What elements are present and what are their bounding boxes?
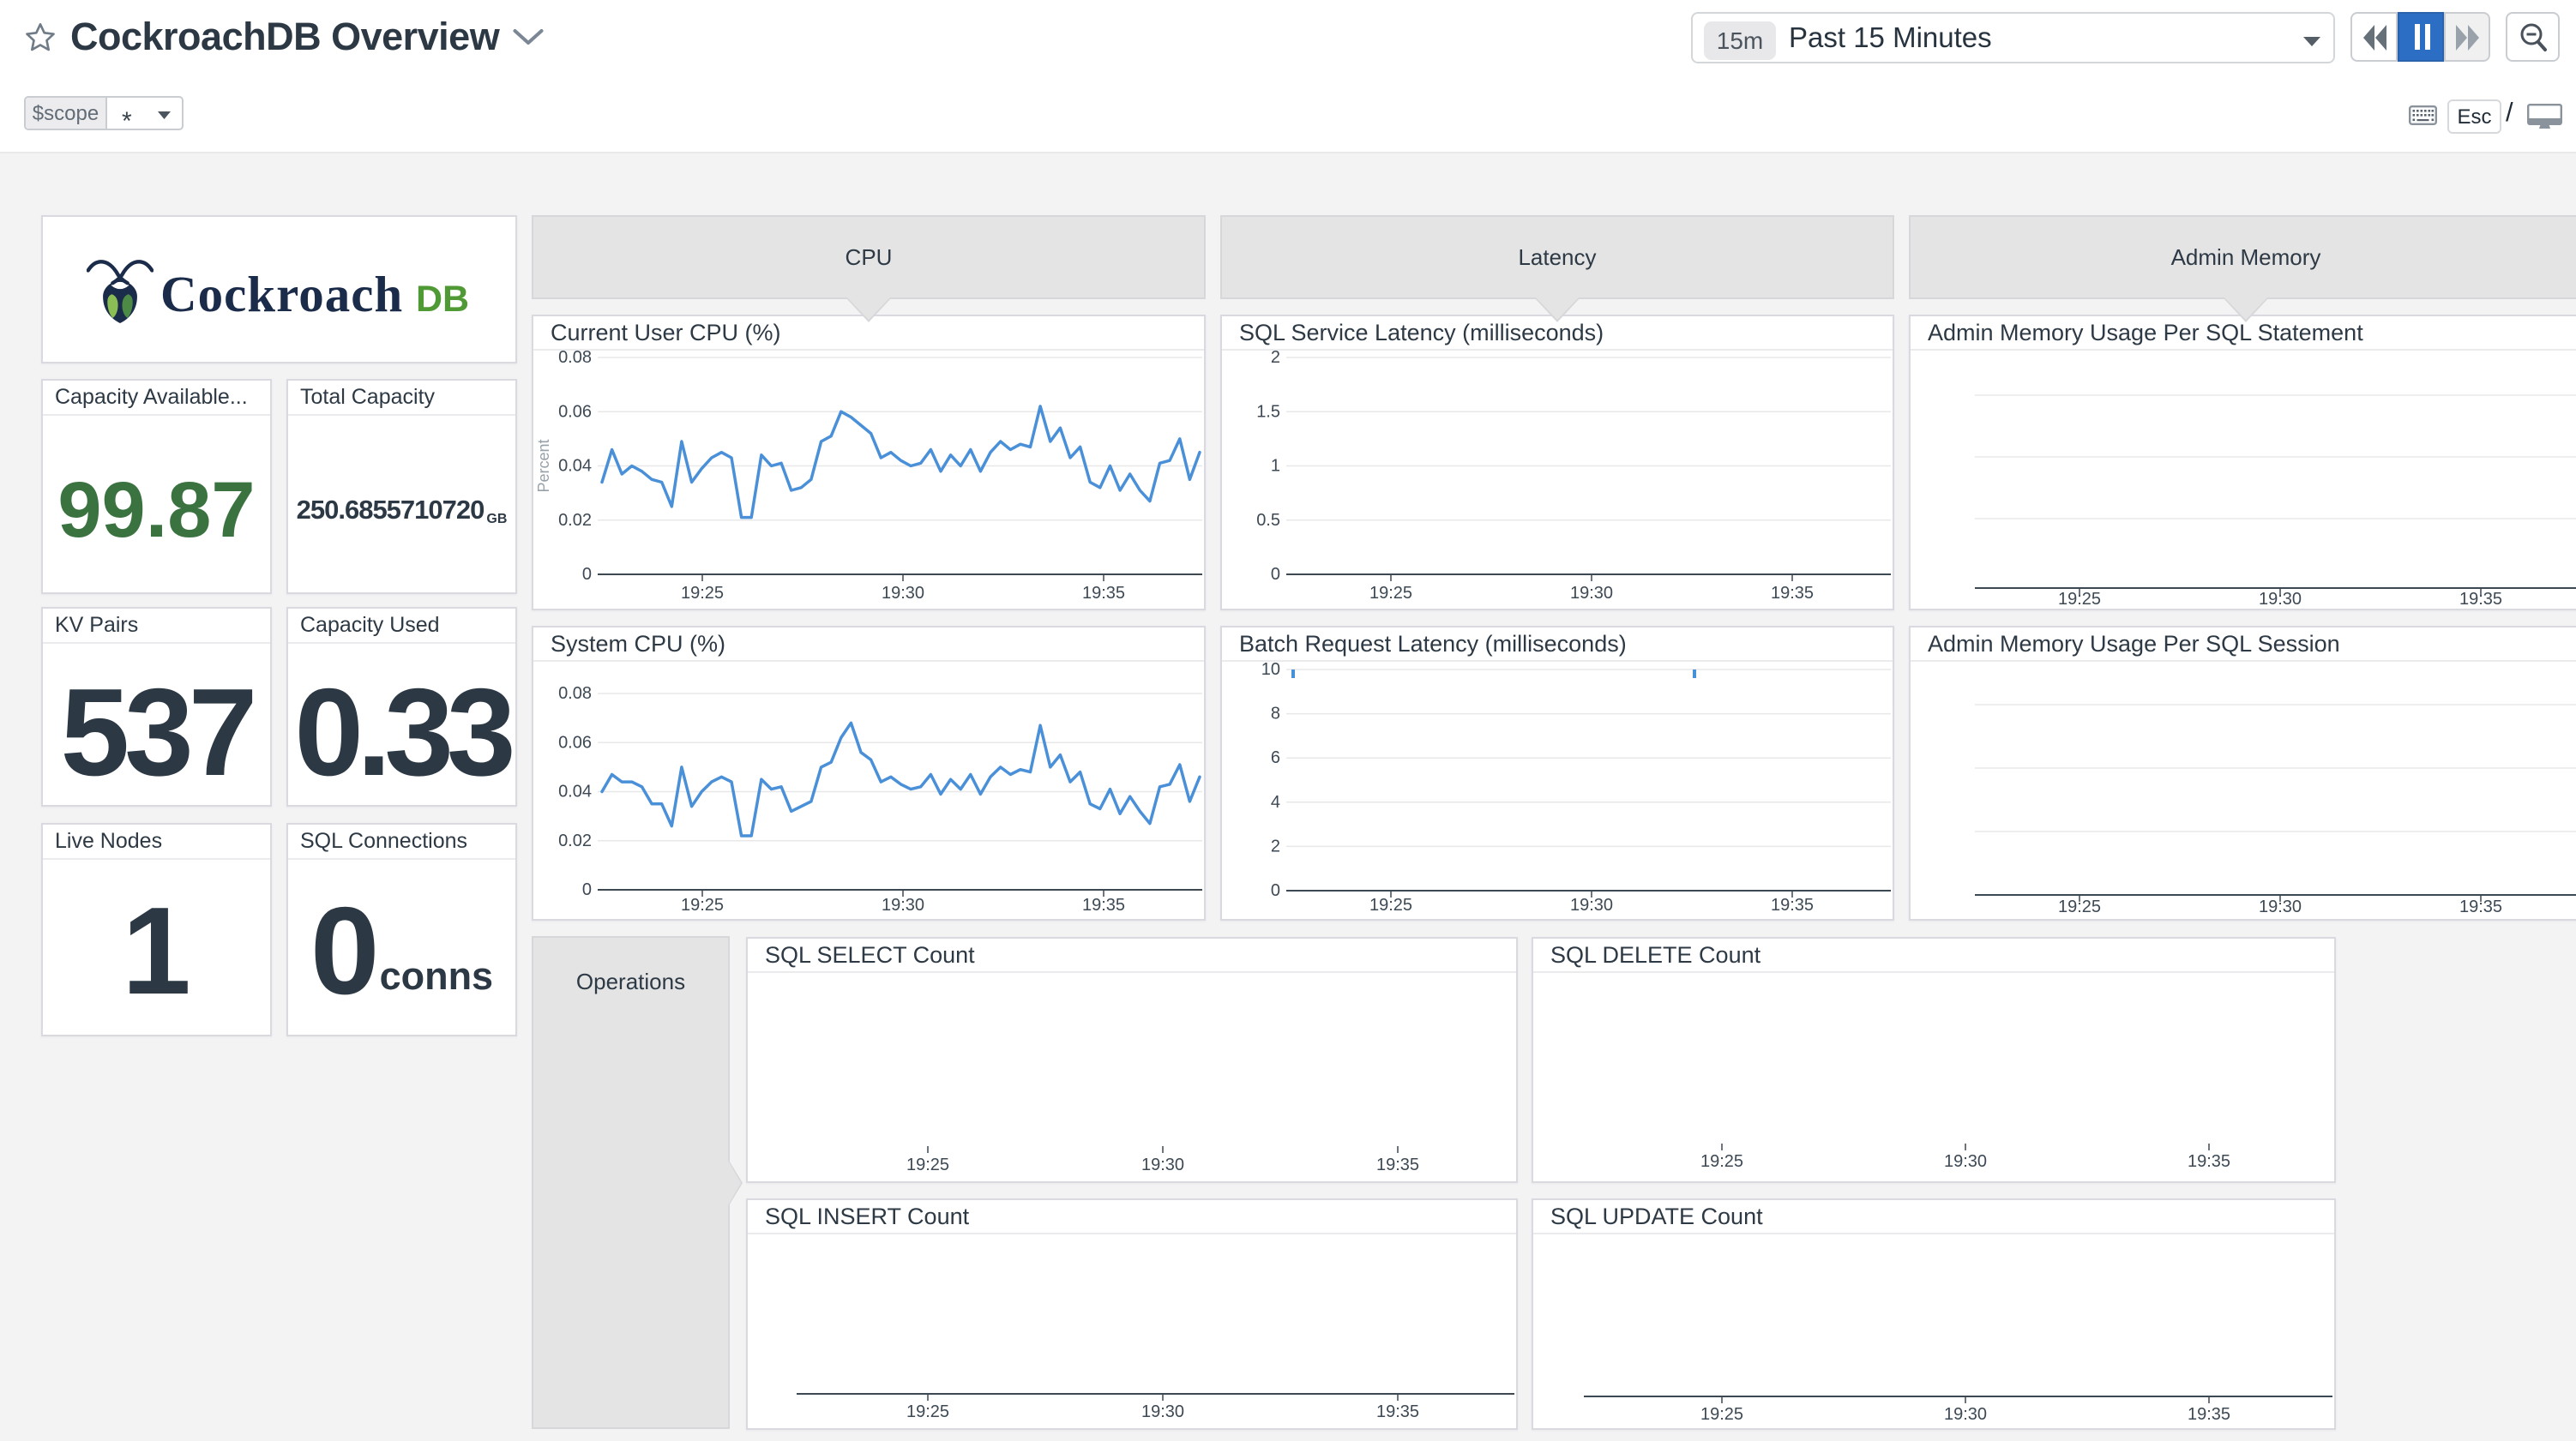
svg-text:19:25: 19:25 [2058, 590, 2101, 609]
svg-text:0.02: 0.02 [558, 511, 592, 530]
svg-text:19:25: 19:25 [681, 896, 724, 915]
svg-text:19:25: 19:25 [906, 1402, 949, 1421]
svg-text:19:35: 19:35 [1376, 1156, 1419, 1174]
svg-text:0: 0 [1271, 881, 1280, 900]
svg-text:19:25: 19:25 [681, 584, 724, 603]
svg-text:10: 10 [1261, 660, 1280, 679]
svg-text:19:25: 19:25 [1700, 1405, 1743, 1424]
svg-text:0.08: 0.08 [558, 684, 592, 703]
svg-text:19:30: 19:30 [1570, 584, 1613, 603]
svg-text:19:30: 19:30 [2259, 898, 2302, 916]
svg-text:19:30: 19:30 [882, 896, 924, 915]
svg-text:19:30: 19:30 [1141, 1402, 1184, 1421]
svg-text:19:30: 19:30 [2259, 590, 2302, 609]
svg-text:19:25: 19:25 [2058, 898, 2101, 916]
svg-text:0.5: 0.5 [1256, 511, 1280, 530]
svg-text:8: 8 [1271, 705, 1280, 724]
svg-text:6: 6 [1271, 748, 1280, 767]
svg-text:19:35: 19:35 [2459, 898, 2502, 916]
svg-text:19:25: 19:25 [1700, 1152, 1743, 1171]
svg-text:2: 2 [1271, 837, 1280, 856]
svg-text:0.06: 0.06 [558, 733, 592, 752]
svg-text:0.04: 0.04 [558, 783, 592, 802]
svg-text:19:25: 19:25 [1369, 896, 1412, 915]
svg-text:19:35: 19:35 [1771, 896, 1814, 915]
svg-text:1.5: 1.5 [1256, 402, 1280, 421]
svg-text:19:35: 19:35 [2188, 1405, 2230, 1424]
svg-text:1: 1 [1271, 457, 1280, 476]
svg-text:19:35: 19:35 [1376, 1402, 1419, 1421]
svg-text:2: 2 [1271, 348, 1280, 367]
svg-text:0: 0 [582, 880, 592, 899]
svg-text:0.02: 0.02 [558, 832, 592, 850]
svg-text:4: 4 [1271, 793, 1280, 812]
svg-text:0: 0 [582, 565, 592, 584]
svg-text:0: 0 [1271, 565, 1280, 584]
svg-text:0.08: 0.08 [558, 348, 592, 367]
svg-text:19:30: 19:30 [1141, 1156, 1184, 1174]
svg-text:19:35: 19:35 [2459, 590, 2502, 609]
svg-text:19:25: 19:25 [1369, 584, 1412, 603]
svg-text:0.04: 0.04 [558, 457, 592, 476]
svg-text:19:35: 19:35 [1082, 896, 1125, 915]
svg-text:19:30: 19:30 [1944, 1152, 1987, 1171]
svg-text:19:35: 19:35 [2188, 1152, 2230, 1171]
svg-text:19:35: 19:35 [1771, 584, 1814, 603]
svg-text:19:30: 19:30 [1944, 1405, 1987, 1424]
svg-text:19:30: 19:30 [882, 584, 924, 603]
svg-text:0.06: 0.06 [558, 402, 592, 421]
svg-text:Percent: Percent [535, 439, 552, 492]
svg-text:19:35: 19:35 [1082, 584, 1125, 603]
svg-text:19:30: 19:30 [1570, 896, 1613, 915]
svg-text:19:25: 19:25 [906, 1156, 949, 1174]
